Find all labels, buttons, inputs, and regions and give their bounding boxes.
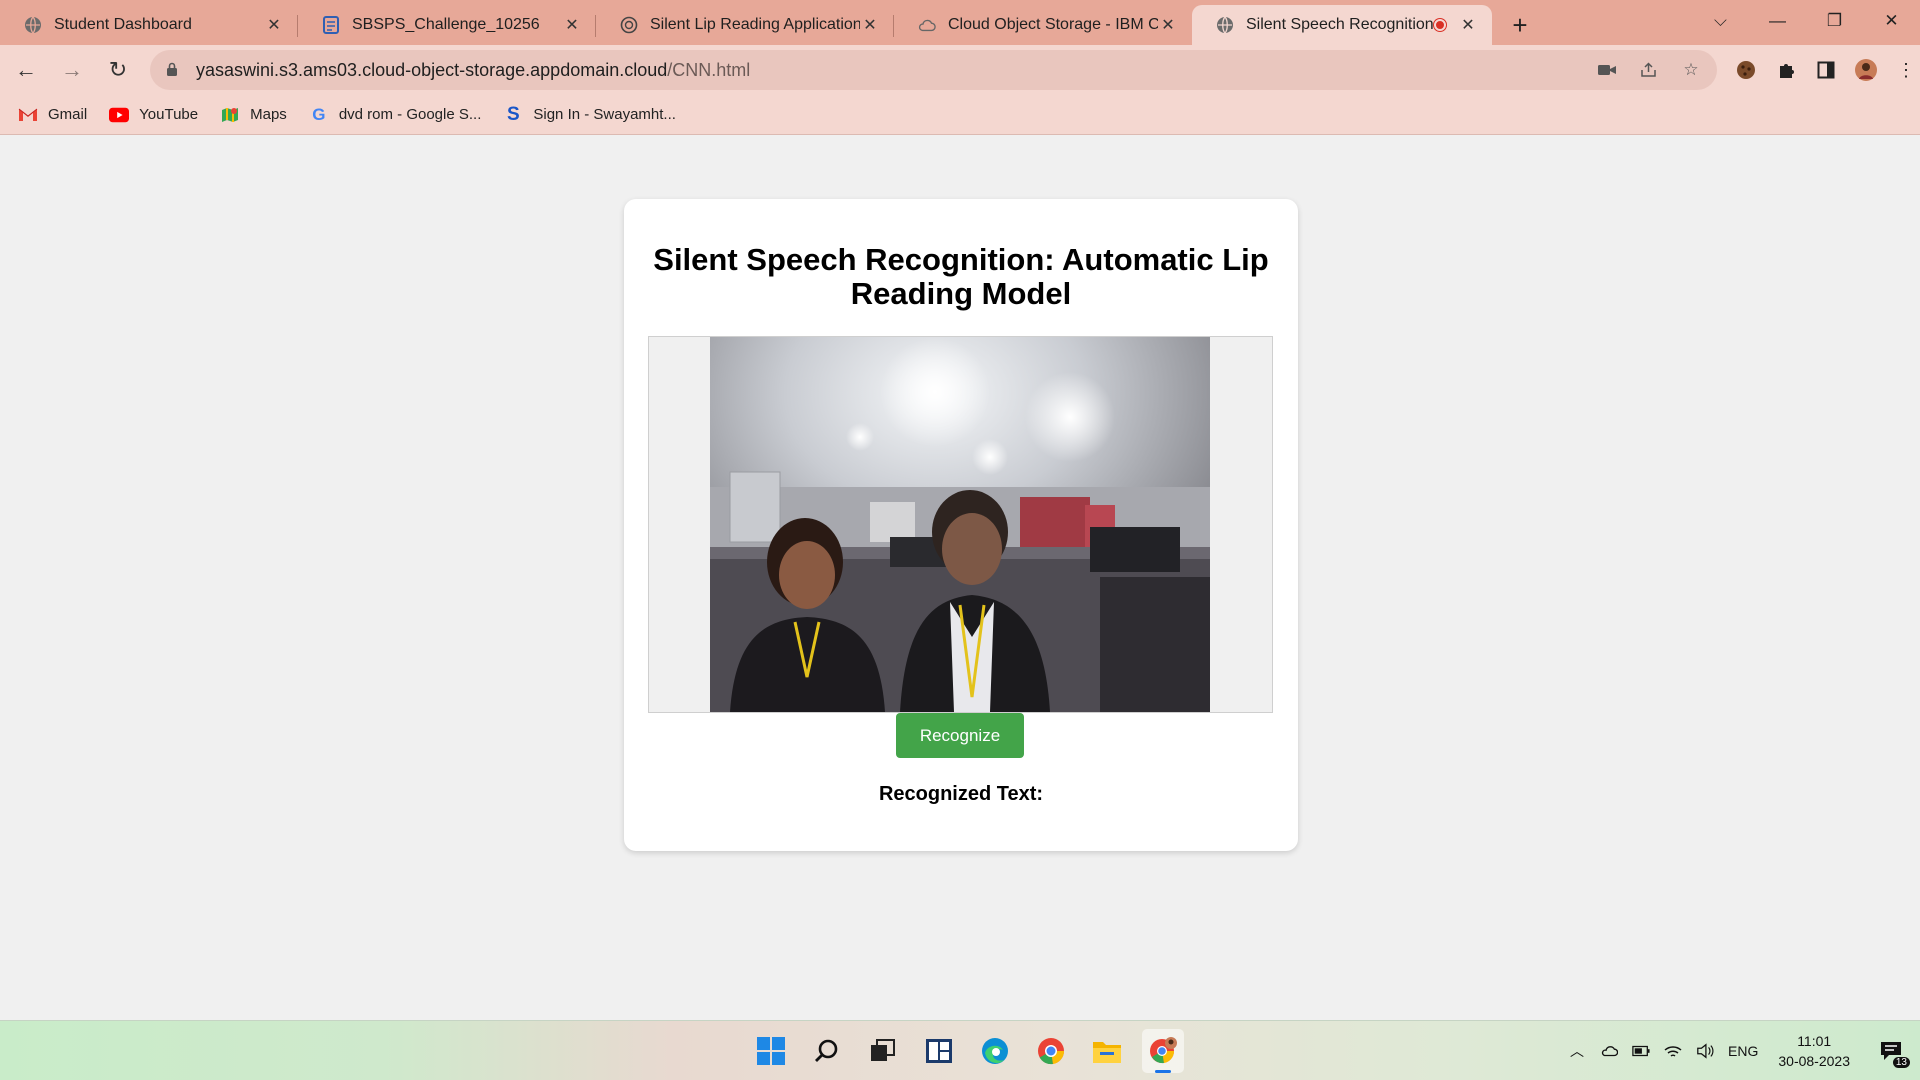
tab-silent-lip-reading[interactable]: Silent Lip Reading Applications ✕: [596, 5, 894, 45]
tab-title: Cloud Object Storage - IBM Clou: [948, 16, 1158, 33]
battery-icon[interactable]: [1632, 1042, 1650, 1060]
tab-search-icon[interactable]: ⌵: [1692, 0, 1749, 42]
google-icon: G: [312, 104, 326, 124]
clock[interactable]: 11:01 30-08-2023: [1778, 1031, 1850, 1071]
tab-cloud-object-storage[interactable]: Cloud Object Storage - IBM Clou ✕: [894, 5, 1192, 45]
bookmark-label: Maps: [250, 106, 287, 123]
minimize-button[interactable]: —: [1749, 0, 1806, 42]
camera-icon[interactable]: [1597, 60, 1617, 80]
bookmark-label: YouTube: [139, 106, 199, 123]
bookmark-label: Gmail: [48, 106, 88, 123]
profile-avatar[interactable]: [1855, 59, 1877, 81]
bookmark-gmail[interactable]: Gmail: [18, 106, 87, 123]
new-tab-button[interactable]: +: [1500, 5, 1540, 45]
close-icon[interactable]: ✕: [1458, 15, 1478, 35]
close-icon[interactable]: ✕: [264, 15, 284, 35]
recognized-text-label: Recognized Text:: [878, 783, 1044, 805]
tab-strip: Student Dashboard ✕ SBSPS_Challenge_1025…: [0, 0, 1920, 45]
bookmark-youtube[interactable]: YouTube: [109, 106, 198, 123]
notification-icon[interactable]: 13: [1878, 1038, 1910, 1068]
webcam-feed: [710, 337, 1210, 712]
share-icon[interactable]: [1639, 60, 1659, 80]
forward-button[interactable]: →: [52, 50, 92, 90]
windows-taskbar: ︿ ENG 11:01 30-08-2023 13: [0, 1020, 1920, 1080]
browser-toolbar: ← → ↻ yasaswini.s3.ams03.cloud-object-st…: [0, 45, 1920, 95]
youtube-icon: [109, 107, 130, 123]
language-indicator[interactable]: ENG: [1728, 1043, 1758, 1059]
maps-icon: [220, 107, 240, 123]
address-bar[interactable]: yasaswini.s3.ams03.cloud-object-storage.…: [150, 50, 1717, 90]
windows-start-icon[interactable]: [750, 1029, 792, 1073]
window-controls: ⌵ — ❐ ✕: [1692, 0, 1920, 45]
chrome-profile-icon[interactable]: [1142, 1029, 1184, 1073]
star-icon[interactable]: ☆: [1681, 60, 1701, 80]
tab-title: Silent Speech Recognition: Li: [1246, 16, 1434, 33]
onedrive-icon[interactable]: [1600, 1042, 1619, 1060]
chatgpt-icon: [620, 16, 638, 34]
close-window-button[interactable]: ✕: [1863, 0, 1920, 42]
lock-icon[interactable]: [166, 62, 184, 79]
tab-sbsps-challenge[interactable]: SBSPS_Challenge_10256 ✕: [298, 5, 596, 45]
volume-icon[interactable]: [1696, 1042, 1714, 1060]
back-button[interactable]: ←: [6, 50, 46, 90]
wifi-icon[interactable]: [1664, 1042, 1682, 1060]
taskbar-apps: [750, 1029, 1184, 1073]
url-host: yasaswini.s3.ams03.cloud-object-storage.…: [196, 59, 668, 80]
cookie-icon[interactable]: [1735, 59, 1757, 81]
url-text: yasaswini.s3.ams03.cloud-object-storage.…: [196, 60, 750, 81]
notification-count: 13: [1892, 1057, 1910, 1068]
puzzle-icon[interactable]: [1775, 59, 1797, 81]
cloud-icon: [918, 16, 936, 34]
bookmarks-bar: Gmail YouTube Maps G dvd rom - Google S.…: [0, 95, 1920, 135]
clock-time: 11:01: [1797, 1033, 1832, 1049]
task-view-icon[interactable]: [862, 1029, 904, 1073]
gmail-icon: [18, 107, 38, 123]
bookmark-maps[interactable]: Maps: [220, 106, 287, 123]
globe-icon: [24, 16, 42, 34]
tab-student-dashboard[interactable]: Student Dashboard ✕: [0, 5, 298, 45]
close-icon[interactable]: ✕: [562, 15, 582, 35]
tab-silent-speech-recognition[interactable]: Silent Speech Recognition: Li ✕: [1192, 5, 1492, 45]
bookmark-swayam[interactable]: S Sign In - Swayamht...: [503, 103, 676, 125]
form-icon: [322, 16, 340, 34]
globe-icon: [1216, 16, 1234, 34]
app-card: Silent Speech Recognition: Automatic Lip…: [624, 199, 1298, 851]
edge-icon[interactable]: [974, 1029, 1016, 1073]
extension-icons: ⋮: [1735, 59, 1917, 81]
reload-button[interactable]: ↻: [98, 50, 138, 90]
restore-button[interactable]: ❐: [1806, 0, 1863, 42]
url-path: /CNN.html: [667, 59, 751, 80]
file-explorer-icon[interactable]: [1086, 1029, 1128, 1073]
omnibox-actions: ☆: [1597, 60, 1701, 80]
close-icon[interactable]: ✕: [860, 15, 880, 35]
bookmark-label: Sign In - Swayamht...: [533, 106, 676, 123]
swayam-icon: S: [507, 103, 520, 125]
tab-title: SBSPS_Challenge_10256: [352, 16, 540, 33]
widgets-icon[interactable]: [918, 1029, 960, 1073]
tab-title: Student Dashboard: [54, 16, 192, 33]
search-icon[interactable]: [806, 1029, 848, 1073]
page-title: Silent Speech Recognition: Automatic Lip…: [653, 242, 1269, 311]
video-container: [648, 336, 1273, 713]
recording-icon: [1434, 19, 1446, 31]
side-panel-icon[interactable]: [1815, 59, 1837, 81]
close-icon[interactable]: ✕: [1158, 15, 1178, 35]
system-tray: ︿ ENG 11:01 30-08-2023 13: [1568, 1021, 1920, 1080]
tab-title: Silent Lip Reading Applications: [650, 16, 860, 33]
bookmark-label: dvd rom - Google S...: [338, 106, 482, 123]
chevron-up-icon[interactable]: ︿: [1568, 1042, 1586, 1060]
bookmark-google-search[interactable]: G dvd rom - Google S...: [309, 104, 482, 124]
chrome-icon[interactable]: [1030, 1029, 1072, 1073]
clock-date: 30-08-2023: [1778, 1053, 1850, 1069]
menu-icon[interactable]: ⋮: [1895, 59, 1917, 81]
recognize-button[interactable]: Recognize: [896, 713, 1024, 758]
